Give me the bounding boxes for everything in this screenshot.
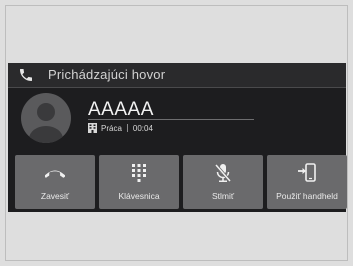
use-handheld-button[interactable]: Použiť handheld xyxy=(267,155,347,209)
call-meta: Práca 00:04 xyxy=(88,122,153,134)
header-divider xyxy=(8,87,346,88)
call-header: Prichádzajúci hovor xyxy=(8,63,346,87)
name-divider xyxy=(88,119,254,120)
keypad-icon xyxy=(132,164,146,182)
mute-label: Stlmiť xyxy=(211,191,235,201)
phone-icon xyxy=(20,69,32,81)
meta-separator xyxy=(126,124,128,132)
contact-type-label: Práca xyxy=(101,123,122,133)
building-icon xyxy=(88,123,97,133)
mute-button[interactable]: Stlmiť xyxy=(183,155,263,209)
hang-up-icon xyxy=(45,170,65,178)
hang-up-label: Zavesiť xyxy=(40,191,70,201)
keypad-button[interactable]: Klávesnica xyxy=(99,155,179,209)
hang-up-button[interactable]: Zavesiť xyxy=(15,155,95,209)
person-avatar-icon xyxy=(21,93,71,143)
use-handheld-label: Použiť handheld xyxy=(276,191,338,201)
call-status-title: Prichádzajúci hovor xyxy=(48,67,166,82)
caller-name: AAAAA xyxy=(88,99,154,120)
call-duration: 00:04 xyxy=(132,123,153,133)
incoming-call-screen: Prichádzajúci hovor AAAAA Práca 00:04 Za… xyxy=(8,63,347,212)
mute-icon xyxy=(214,164,232,182)
handheld-icon xyxy=(298,163,316,182)
keypad-label: Klávesnica xyxy=(118,191,160,201)
